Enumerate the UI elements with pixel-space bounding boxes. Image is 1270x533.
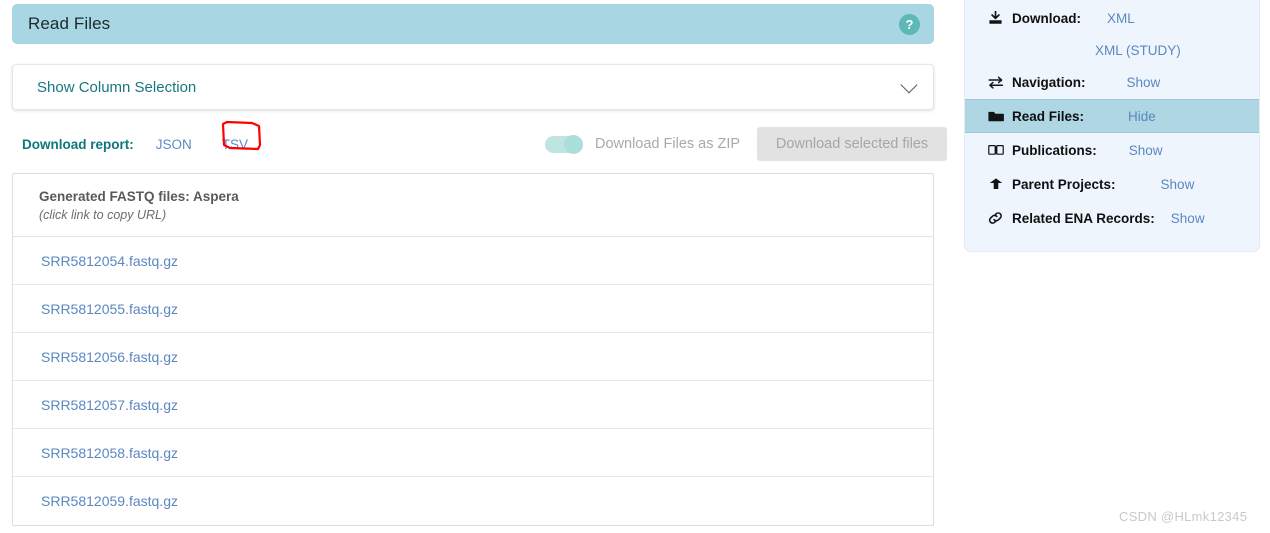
- chevron-down-icon: [900, 76, 918, 93]
- up-arrow-icon: [987, 176, 1004, 192]
- sidebar-item-action[interactable]: Show: [1129, 143, 1163, 158]
- table-row: SRR5812056.fastq.gz: [13, 333, 933, 382]
- sidebar-item-download-study[interactable]: XML (STUDY): [965, 35, 1259, 65]
- table-header-hint: (click link to copy URL): [39, 208, 167, 223]
- table-header-title: Generated FASTQ files: Aspera: [39, 189, 239, 204]
- question-mark-icon[interactable]: ?: [899, 13, 920, 35]
- record-navigation-sidebar: Download: XML XML (STUDY) Navigation: Sho…: [964, 0, 1260, 252]
- sidebar-item-label: Download:: [1012, 10, 1081, 26]
- sidebar-item-download[interactable]: Download: XML: [965, 1, 1259, 35]
- show-column-selection-label: Show Column Selection: [37, 78, 197, 96]
- watermark: CSDN @HLmk12345: [1119, 509, 1248, 524]
- download-icon: [987, 10, 1004, 26]
- table-header: Generated FASTQ files: Aspera (click lin…: [13, 174, 933, 238]
- sidebar-item-action[interactable]: Show: [1127, 75, 1161, 90]
- zip-toggle-group: Download Files as ZIP: [545, 134, 741, 154]
- sidebar-item-action[interactable]: Show: [1161, 177, 1195, 192]
- table-row: SRR5812059.fastq.gz: [13, 477, 933, 525]
- link-icon: [987, 210, 1004, 226]
- exchange-arrows-icon: [987, 74, 1004, 90]
- file-link[interactable]: SRR5812054.fastq.gz: [41, 253, 178, 269]
- download-as-zip-toggle[interactable]: [545, 134, 583, 154]
- download-as-zip-label: Download Files as ZIP: [595, 136, 741, 152]
- page-title: Read Files: [28, 14, 111, 33]
- file-link[interactable]: SRR5812059.fastq.gz: [41, 493, 178, 509]
- sidebar-item-action[interactable]: Hide: [1128, 109, 1156, 124]
- table-row: SRR5812054.fastq.gz: [13, 237, 933, 286]
- sidebar-item-navigation[interactable]: Navigation: Show: [965, 65, 1259, 99]
- table-row: SRR5812058.fastq.gz: [13, 429, 933, 478]
- download-selected-files-button[interactable]: Download selected files: [757, 127, 947, 161]
- file-link[interactable]: SRR5812058.fastq.gz: [41, 445, 178, 461]
- file-link[interactable]: SRR5812057.fastq.gz: [41, 397, 178, 413]
- tsv-download-link[interactable]: TSV: [222, 137, 248, 152]
- table-row: SRR5812055.fastq.gz: [13, 285, 933, 334]
- sidebar-item-label: Navigation:: [1012, 74, 1086, 90]
- show-column-selection-accordion[interactable]: Show Column Selection: [12, 64, 934, 110]
- sidebar-item-publications[interactable]: Publications: Show: [965, 133, 1259, 167]
- sidebar-item-label: Publications:: [1012, 142, 1097, 158]
- folder-icon: [987, 108, 1004, 124]
- file-link[interactable]: SRR5812056.fastq.gz: [41, 349, 178, 365]
- sidebar-item-parent-projects[interactable]: Parent Projects: Show: [965, 167, 1259, 201]
- sidebar-item-label: Parent Projects:: [1012, 176, 1116, 192]
- read-files-panel: Read Files ? Show Column Selection Downl…: [12, 4, 947, 527]
- file-link[interactable]: SRR5812055.fastq.gz: [41, 301, 178, 317]
- sidebar-items-list: Navigation: Show Read Files: Hide Publicatio…: [965, 65, 1259, 235]
- table-row: SRR5812057.fastq.gz: [13, 381, 933, 430]
- sidebar-item-related-ena-records[interactable]: Related ENA Records: Show: [965, 201, 1259, 235]
- download-xml-study-link[interactable]: XML (STUDY): [1095, 43, 1181, 58]
- sidebar-item-label: Read Files:: [1012, 108, 1085, 124]
- generated-files-table: Generated FASTQ files: Aspera (click lin…: [12, 173, 934, 527]
- sidebar-item-label: Related ENA Records:: [1012, 210, 1155, 226]
- book-icon: [987, 142, 1004, 158]
- download-toolbar: Download report: JSON TSV Download Files…: [12, 120, 947, 161]
- download-xml-link[interactable]: XML: [1107, 11, 1135, 26]
- section-header: Read Files ?: [12, 4, 934, 44]
- sidebar-item-action[interactable]: Show: [1171, 211, 1205, 226]
- table-body: SRR5812054.fastq.gz SRR5812055.fastq.gz SR…: [13, 237, 933, 525]
- download-report-label: Download report:: [22, 136, 134, 152]
- json-download-link[interactable]: JSON: [156, 137, 192, 152]
- sidebar-item-read-files[interactable]: Read Files: Hide: [965, 99, 1259, 133]
